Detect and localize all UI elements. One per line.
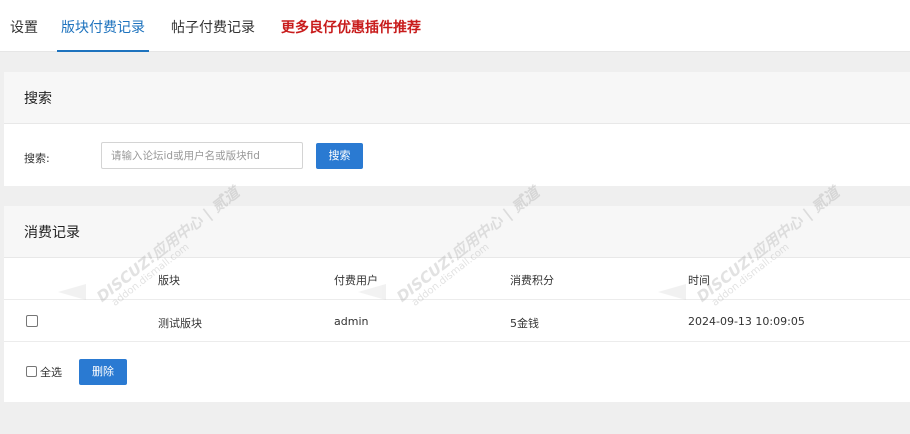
search-panel: 搜索 搜索: 搜索 <box>4 72 910 186</box>
records-panel-title: 消费记录 <box>4 206 910 258</box>
search-input[interactable] <box>101 142 303 169</box>
records-panel: 消费记录 版块 付费用户 消费积分 时间 测试版块 admin 5金钱 2024… <box>4 206 910 402</box>
tab-forum-payment-records[interactable]: 版块付费记录 <box>57 0 149 52</box>
row-time: 2024-09-13 10:09:05 <box>688 315 805 328</box>
row-points: 5金钱 <box>510 317 539 330</box>
top-tab-bar: 设置 版块付费记录 帖子付费记录 更多良仔优惠插件推荐 <box>0 0 910 52</box>
row-checkbox[interactable] <box>26 315 38 327</box>
tab-thread-payment-records[interactable]: 帖子付费记录 <box>171 0 255 52</box>
column-header-points: 消费积分 <box>510 274 554 287</box>
row-user-link[interactable]: admin <box>334 315 368 328</box>
select-all-checkbox[interactable] <box>26 366 37 377</box>
search-row: 搜索: 搜索 <box>4 124 910 186</box>
row-forum-link[interactable]: 测试版块 <box>158 315 202 331</box>
select-all-label[interactable]: 全选 <box>40 364 62 380</box>
search-panel-title: 搜索 <box>4 72 910 124</box>
search-label: 搜索: <box>24 152 50 165</box>
column-header-time: 时间 <box>688 274 710 287</box>
table-row: 测试版块 admin 5金钱 2024-09-13 10:09:05 <box>4 300 910 342</box>
table-header: 版块 付费用户 消费积分 时间 <box>4 258 910 300</box>
column-header-user: 付费用户 <box>334 274 378 287</box>
tab-settings[interactable]: 设置 <box>10 0 38 52</box>
table-footer: 全选 删除 <box>4 342 910 402</box>
search-button[interactable]: 搜索 <box>316 143 363 169</box>
tab-more-plugins-promo[interactable]: 更多良仔优惠插件推荐 <box>281 0 421 52</box>
column-header-forum: 版块 <box>158 274 180 287</box>
delete-button[interactable]: 删除 <box>79 359 127 385</box>
